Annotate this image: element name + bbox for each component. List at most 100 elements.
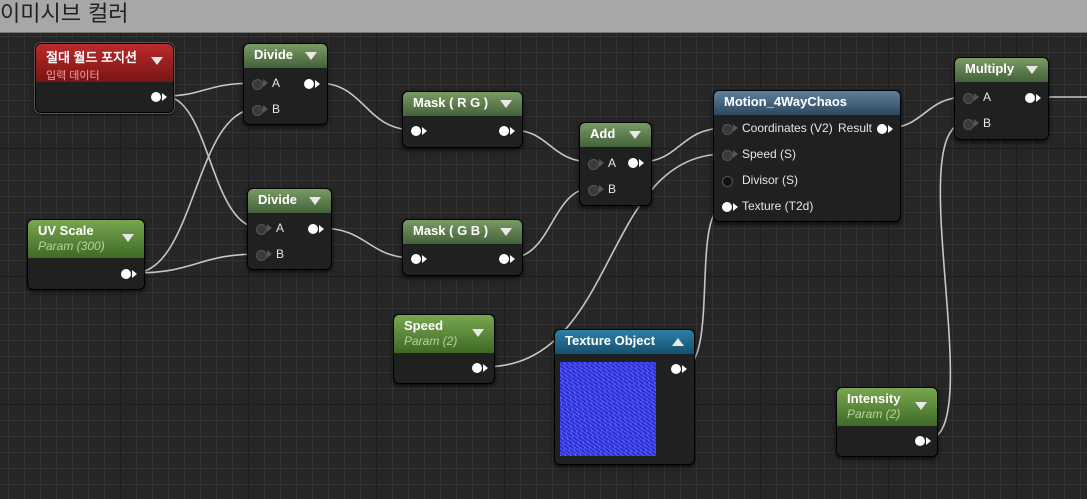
texture-object-node[interactable]: Texture Object: [554, 329, 695, 465]
add-node[interactable]: Add A B: [579, 122, 652, 206]
input-arrow-icon: [733, 124, 738, 132]
pin-label-result: Result: [838, 121, 873, 135]
chevron-up-icon[interactable]: [672, 338, 684, 346]
output-arrow-icon: [1036, 94, 1041, 102]
input-arrow-icon: [422, 255, 427, 263]
node-header: Multiply: [955, 58, 1048, 82]
output-pin[interactable]: [628, 158, 638, 168]
motion-4waychaos-node[interactable]: Motion_4WayChaos Coordinates (V2) Speed …: [713, 90, 901, 222]
node-header: Divide: [244, 44, 327, 68]
pin-label-a: A: [276, 221, 285, 235]
multiply-node[interactable]: Multiply A B: [954, 57, 1049, 140]
input-arrow-icon: [599, 185, 604, 193]
output-pin[interactable]: [499, 126, 509, 136]
chevron-down-icon[interactable]: [629, 131, 641, 139]
output-pin-result[interactable]: [877, 124, 887, 134]
divide-node-2[interactable]: Divide A B: [247, 188, 332, 270]
mask-gb-node[interactable]: Mask ( G B ): [402, 219, 523, 276]
output-arrow-icon: [888, 125, 893, 133]
input-arrow-icon: [599, 159, 604, 167]
chevron-down-icon[interactable]: [500, 100, 512, 108]
pin-label-divisor: Divisor (S): [742, 173, 798, 187]
output-arrow-icon: [510, 255, 515, 263]
node-header: Texture Object: [555, 330, 694, 354]
speed-param-node[interactable]: Speed Param (2): [393, 314, 495, 384]
pin-label-texture: Texture (T2d): [742, 199, 814, 213]
input-pin-a[interactable]: [256, 224, 267, 235]
chevron-down-icon[interactable]: [915, 402, 927, 410]
pin-label-b: B: [276, 247, 285, 261]
node-header: Intensity Param (2): [837, 388, 937, 426]
pin-label-a: A: [272, 76, 281, 90]
chevron-down-icon[interactable]: [500, 228, 512, 236]
node-header: Mask ( G B ): [403, 220, 522, 244]
divide-node-1[interactable]: Divide A B: [243, 43, 328, 125]
node-header: Divide: [248, 189, 331, 213]
uv-scale-param-node[interactable]: UV Scale Param (300): [27, 219, 145, 290]
input-pin-coordinates[interactable]: [722, 124, 733, 135]
texture-preview-thumbnail: [560, 362, 656, 456]
wire-uvscale-divide1b: [133, 108, 257, 274]
node-header: Speed Param (2): [394, 315, 494, 353]
input-pin-texture[interactable]: [722, 202, 732, 212]
intensity-param-node[interactable]: Intensity Param (2): [836, 387, 938, 457]
output-pin[interactable]: [308, 224, 318, 234]
input-arrow-icon: [733, 150, 738, 158]
input-pin-b[interactable]: [256, 250, 267, 261]
input-arrow-icon: [263, 105, 268, 113]
input-pin-divisor[interactable]: [722, 176, 733, 187]
chevron-down-icon[interactable]: [1026, 66, 1038, 74]
pin-label-a: A: [983, 90, 992, 104]
pin-label-a: A: [608, 156, 617, 170]
wire-divide2-maskgb: [319, 227, 415, 259]
pin-label-coordinates: Coordinates (V2): [742, 121, 833, 135]
input-pin-a[interactable]: [588, 159, 599, 170]
wire-divide1-maskrg: [317, 82, 415, 131]
node-title: Mask ( R G ): [413, 95, 489, 110]
output-pin[interactable]: [1025, 93, 1035, 103]
output-arrow-icon: [132, 270, 137, 278]
chevron-down-icon[interactable]: [472, 329, 484, 337]
graph-title: 이미시브 컬러: [0, 2, 129, 27]
node-header: 절대 월드 포지션 입력 데이터: [36, 44, 173, 82]
input-arrow-icon: [974, 119, 979, 127]
input-arrow-icon: [263, 79, 268, 87]
wire-uvscale-divide2b: [133, 253, 261, 274]
output-pin[interactable]: [499, 254, 509, 264]
input-pin-b[interactable]: [252, 105, 263, 116]
pin-label-b: B: [608, 182, 617, 196]
input-arrow-icon: [267, 224, 272, 232]
output-arrow-icon: [319, 225, 324, 233]
input-pin-speed[interactable]: [722, 150, 733, 161]
chevron-down-icon[interactable]: [309, 197, 321, 205]
input-pin[interactable]: [411, 254, 421, 264]
chevron-down-icon[interactable]: [122, 234, 134, 242]
output-pin[interactable]: [151, 92, 161, 102]
output-arrow-icon: [510, 127, 515, 135]
input-pin-b[interactable]: [588, 185, 599, 196]
output-arrow-icon: [926, 437, 931, 445]
output-pin[interactable]: [671, 364, 681, 374]
input-pin-a[interactable]: [963, 93, 974, 104]
input-arrow-icon: [974, 93, 979, 101]
input-pin-a[interactable]: [252, 79, 263, 90]
input-pin[interactable]: [411, 126, 421, 136]
chevron-down-icon[interactable]: [151, 57, 163, 65]
absolute-world-position-node[interactable]: 절대 월드 포지션 입력 데이터: [35, 43, 174, 113]
node-title: Mask ( G B ): [413, 223, 489, 238]
mask-rg-node[interactable]: Mask ( R G ): [402, 91, 523, 148]
output-pin[interactable]: [121, 269, 131, 279]
output-pin[interactable]: [304, 79, 314, 89]
output-pin[interactable]: [472, 363, 482, 373]
output-pin[interactable]: [915, 436, 925, 446]
node-header: UV Scale Param (300): [28, 220, 144, 258]
input-pin-b[interactable]: [963, 119, 974, 130]
node-header: Mask ( R G ): [403, 92, 522, 116]
output-arrow-icon: [162, 93, 167, 101]
pin-label-b: B: [272, 102, 281, 116]
chevron-down-icon[interactable]: [305, 52, 317, 60]
node-header: Motion_4WayChaos: [714, 91, 900, 115]
node-title: Motion_4WayChaos: [724, 94, 848, 109]
node-header: Add: [580, 123, 651, 147]
pin-label-b: B: [983, 116, 992, 130]
